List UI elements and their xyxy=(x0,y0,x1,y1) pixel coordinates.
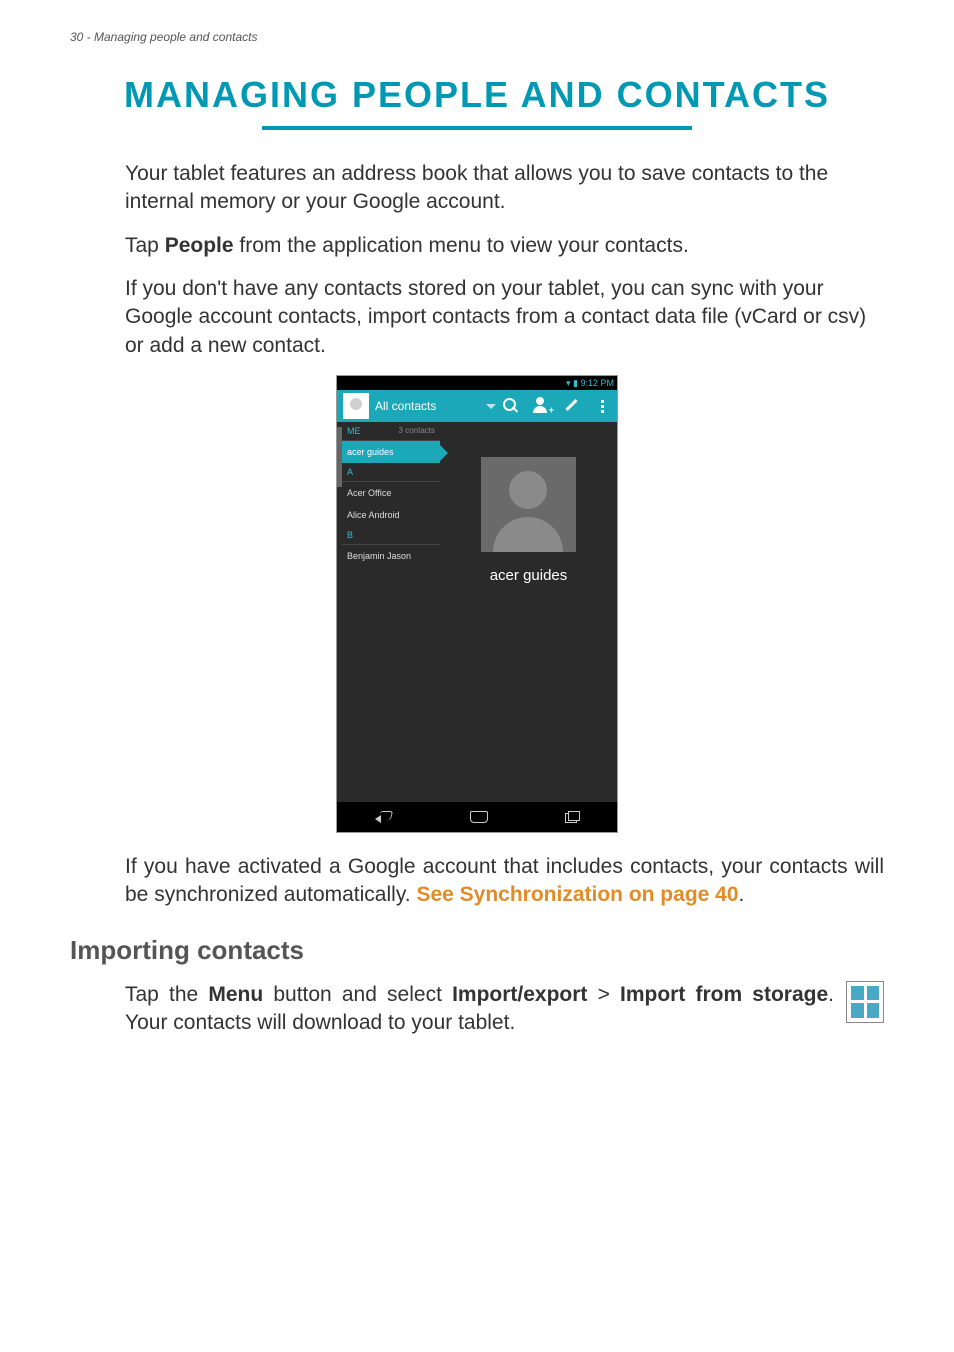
page-title: MANAGING PEOPLE AND CONTACTS xyxy=(70,74,884,116)
edit-icon[interactable] xyxy=(563,397,581,415)
p2-pre: Tap xyxy=(125,234,165,257)
synchronization-link[interactable]: See Synchronization on page 40 xyxy=(416,883,738,906)
p2-bold: People xyxy=(165,234,234,257)
app-bar: All contacts + xyxy=(337,390,617,422)
p2-post: from the application menu to view your c… xyxy=(234,234,689,257)
list-item[interactable]: Benjamin Jason xyxy=(342,545,440,567)
imp-c: button and select xyxy=(263,983,452,1006)
imp-menu: Menu xyxy=(208,983,263,1006)
home-icon[interactable] xyxy=(470,811,488,823)
list-item-selected[interactable]: acer guides xyxy=(342,441,440,463)
paragraph-1: Your tablet features an address book tha… xyxy=(125,160,884,217)
contact-list[interactable]: ME 3 contacts acer guides A Acer Office … xyxy=(342,422,440,802)
status-time: 9:12 PM xyxy=(580,378,614,388)
search-icon[interactable] xyxy=(503,397,521,415)
grid-dot xyxy=(851,1003,864,1018)
battery-icon: ▮ xyxy=(573,378,578,388)
people-app-icon xyxy=(343,393,369,419)
imp-a: Tap the xyxy=(125,983,208,1006)
list-item[interactable]: Alice Android xyxy=(342,504,440,526)
contact-count: 3 contacts xyxy=(399,426,435,436)
grid-dot xyxy=(851,986,864,1001)
back-icon[interactable] xyxy=(375,811,393,823)
dropdown-indicator-icon xyxy=(486,404,496,409)
overflow-menu-icon[interactable] xyxy=(593,397,611,415)
section-header-b: B xyxy=(342,526,440,545)
grid-dot xyxy=(867,986,880,1001)
nav-bar xyxy=(337,802,617,832)
title-underline xyxy=(262,126,692,130)
me-header: ME 3 contacts xyxy=(342,422,440,441)
paragraph-4: If you have activated a Google account t… xyxy=(125,853,884,910)
paragraph-2: Tap People from the application menu to … xyxy=(125,232,884,260)
importing-heading: Importing contacts xyxy=(70,935,884,966)
wifi-icon: ▾ xyxy=(566,378,571,388)
menu-grid-icon xyxy=(846,981,884,1023)
imp-d: Import/export xyxy=(452,983,587,1006)
me-label: ME xyxy=(347,426,361,436)
content-area: ME 3 contacts acer guides A Acer Office … xyxy=(337,422,617,802)
list-item[interactable]: Acer Office xyxy=(342,482,440,504)
page-header: 30 - Managing people and contacts xyxy=(70,30,884,44)
status-bar: ▾ ▮ 9:12 PM xyxy=(337,376,617,390)
imp-e: > xyxy=(587,983,620,1006)
embedded-screenshot: ▾ ▮ 9:12 PM All contacts + ME 3 contacts… xyxy=(336,375,618,833)
grid-dot xyxy=(867,1003,880,1018)
recent-apps-icon[interactable] xyxy=(565,811,579,823)
paragraph-3: If you don't have any contacts stored on… xyxy=(125,275,884,360)
contact-name: acer guides xyxy=(490,567,568,584)
import-paragraph: Tap the Menu button and select Import/ex… xyxy=(125,981,834,1038)
section-header-a: A xyxy=(342,463,440,482)
imp-f: Import from storage xyxy=(620,983,828,1006)
appbar-title[interactable]: All contacts xyxy=(375,399,436,413)
avatar xyxy=(481,457,576,552)
add-contact-icon[interactable]: + xyxy=(533,397,551,415)
p4-period: . xyxy=(739,883,745,906)
contact-detail: acer guides xyxy=(440,422,617,802)
